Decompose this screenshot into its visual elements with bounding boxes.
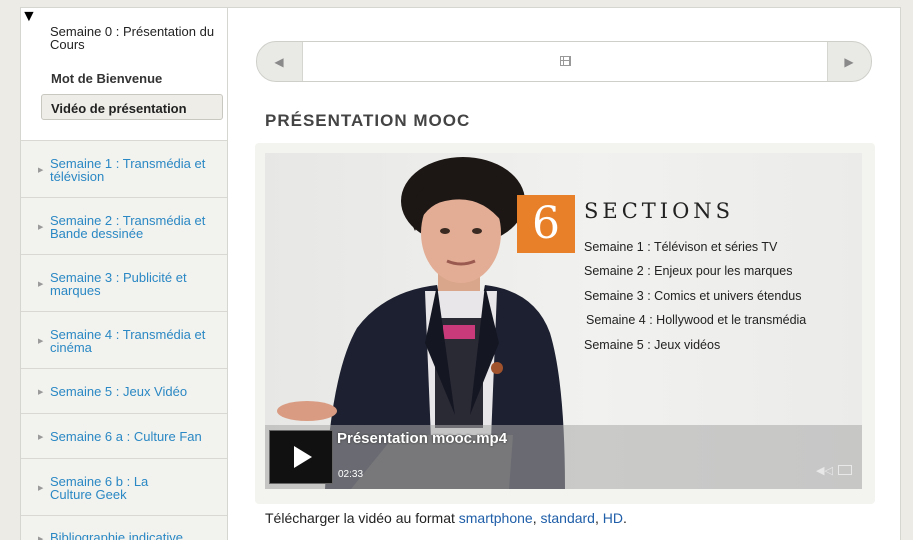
course-content: ◀ ▶ PRÉSENTATION MOOC 6 SECTIONS Semaine… — [229, 8, 901, 540]
chapter-week-3[interactable]: ▶ Semaine 3 : Publicité et marques — [21, 255, 227, 312]
chevron-right-icon: ▶ — [38, 536, 44, 540]
slide-week-line: Semaine 4 : Hollywood et le transmédia — [586, 313, 807, 327]
chapter-week-4[interactable]: ▶ Semaine 4 : Transmédia et cinéma — [21, 312, 227, 369]
play-button[interactable] — [269, 430, 333, 484]
chapter-week-6b[interactable]: ▶ Semaine 6 b : La Culture Geek — [21, 459, 227, 516]
chapter-title: Semaine 6 a : Culture Fan — [50, 429, 202, 444]
play-icon — [294, 446, 312, 468]
video-icon — [560, 56, 571, 66]
chapter-title: Semaine 3 : Publicité et marques — [50, 270, 187, 298]
download-standard-link[interactable]: standard — [540, 510, 594, 526]
course-sidebar: ▼ Semaine 0 : Présentation du Cours Mot … — [21, 8, 228, 540]
next-button[interactable]: ▶ — [827, 42, 871, 81]
chapter-title: Bibliographie indicative — [50, 530, 183, 540]
download-hd-link[interactable]: HD — [603, 510, 623, 526]
chapter-title: Semaine 1 : Transmédia et télévision — [50, 156, 206, 184]
chevron-right-icon: ▶ — [38, 224, 44, 231]
chevron-right-icon: ▶ — [38, 434, 44, 441]
download-smartphone-link[interactable]: smartphone — [459, 510, 533, 526]
course-frame: ▼ Semaine 0 : Présentation du Cours Mot … — [20, 7, 901, 540]
video-title: Présentation mooc.mp4 — [337, 430, 508, 447]
download-prefix: Télécharger la vidéo au format — [265, 510, 455, 526]
sequence-nav: ◀ ▶ — [256, 41, 872, 82]
video-container: 6 SECTIONS Semaine 1 : Télévison et séri… — [255, 143, 875, 504]
chevron-right-icon: ▶ — [38, 338, 44, 345]
slide-week-line: Semaine 1 : Télévison et séries TV — [584, 240, 778, 254]
chapter-week-6a[interactable]: ▶ Semaine 6 a : Culture Fan — [21, 414, 227, 459]
download-links: Télécharger la vidéo au format smartphon… — [265, 510, 627, 526]
sequence-tab-video[interactable] — [302, 42, 828, 81]
chevron-right-icon: ▶ — [844, 54, 854, 69]
download-separator: , — [594, 510, 599, 526]
chevron-left-icon: ◀ — [274, 54, 284, 69]
chapter-title: Semaine 0 : Présentation du Cours — [50, 24, 215, 52]
chapter-week-5[interactable]: ▶ Semaine 5 : Jeux Vidéo — [21, 369, 227, 414]
sidebar-item-label: Vidéo de présentation — [51, 101, 187, 116]
slide-week-line: Semaine 5 : Jeux vidéos — [584, 338, 721, 352]
download-separator: , — [532, 510, 537, 526]
chapter-title: Semaine 5 : Jeux Vidéo — [50, 384, 188, 399]
previous-button[interactable]: ◀ — [257, 42, 301, 81]
chapter-title: Semaine 2 : Transmédia et Bande dessinée — [50, 213, 206, 241]
page-title: PRÉSENTATION MOOC — [265, 111, 471, 130]
chapter-bibliography[interactable]: ▶ Bibliographie indicative — [21, 516, 227, 540]
chapter-week-0[interactable]: ▼ Semaine 0 : Présentation du Cours Mot … — [21, 8, 227, 141]
video-player[interactable]: 6 SECTIONS Semaine 1 : Télévison et séri… — [265, 153, 862, 489]
chapter-title: Semaine 6 b : La Culture Geek — [50, 474, 149, 502]
chevron-right-icon: ▶ — [38, 389, 44, 396]
sidebar-item-mot-de-bienvenue[interactable]: Mot de Bienvenue — [51, 71, 162, 86]
slide-heading: SECTIONS — [584, 199, 735, 223]
chapter-week-2[interactable]: ▶ Semaine 2 : Transmédia et Bande dessin… — [21, 198, 227, 255]
fullscreen-icon[interactable] — [838, 465, 852, 475]
chapter-week-1[interactable]: ▶ Semaine 1 : Transmédia et télévision — [21, 141, 227, 198]
chevron-down-icon: ▼ — [21, 8, 37, 25]
chevron-right-icon: ▶ — [38, 167, 44, 174]
slide-week-line: Semaine 3 : Comics et univers étendus — [584, 289, 802, 303]
chevron-right-icon: ▶ — [38, 281, 44, 288]
sidebar-item-video-presentation[interactable]: Vidéo de présentation — [41, 94, 223, 120]
chevron-right-icon: ▶ — [38, 485, 44, 492]
download-end: . — [622, 510, 627, 526]
slide-week-line: Semaine 2 : Enjeux pour les marques — [584, 264, 793, 278]
slide-number: 6 — [517, 195, 575, 253]
video-time: 02:33 — [338, 469, 364, 480]
chapter-title: Semaine 4 : Transmédia et cinéma — [50, 327, 206, 355]
volume-icon[interactable]: ◀◁ — [816, 464, 833, 477]
